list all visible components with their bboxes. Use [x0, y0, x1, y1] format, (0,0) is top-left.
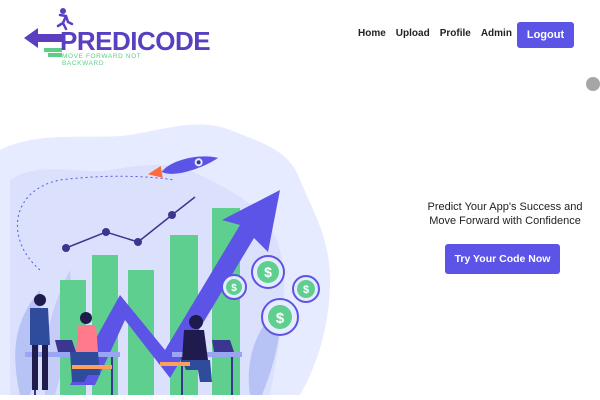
nav-admin-link[interactable]: Admin — [481, 28, 512, 39]
dollar-coin-icon: $ — [221, 274, 247, 300]
brand-logo[interactable]: PREDICODE MOVE FORWARD NOT BACKWARD — [22, 4, 211, 67]
nav-home-link[interactable]: Home — [358, 28, 386, 39]
svg-text:$: $ — [231, 283, 237, 294]
scroll-indicator[interactable] — [586, 77, 600, 91]
try-code-button[interactable]: Try Your Code Now — [445, 244, 560, 274]
hero-headline: Predict Your App's Success and Move Forw… — [427, 201, 583, 227]
nav-profile-link[interactable]: Profile — [440, 28, 471, 39]
logout-button[interactable]: Logout — [517, 22, 574, 48]
hero-illustration: $ $ $ $ — [0, 124, 330, 395]
dollar-coin-icon: $ — [292, 275, 320, 303]
svg-text:$: $ — [264, 264, 272, 280]
svg-text:$: $ — [303, 284, 309, 296]
main-nav: Home Upload Profile Admin — [358, 28, 512, 39]
svg-text:$: $ — [276, 310, 285, 327]
back-arrow-logo-icon — [24, 28, 62, 48]
dollar-coin-icon: $ — [261, 298, 299, 336]
nav-upload-link[interactable]: Upload — [396, 28, 430, 39]
header: PREDICODE MOVE FORWARD NOT BACKWARD Home… — [0, 0, 600, 72]
brand-tagline: MOVE FORWARD NOT BACKWARD — [62, 53, 142, 67]
dollar-coin-icon: $ — [251, 255, 285, 289]
